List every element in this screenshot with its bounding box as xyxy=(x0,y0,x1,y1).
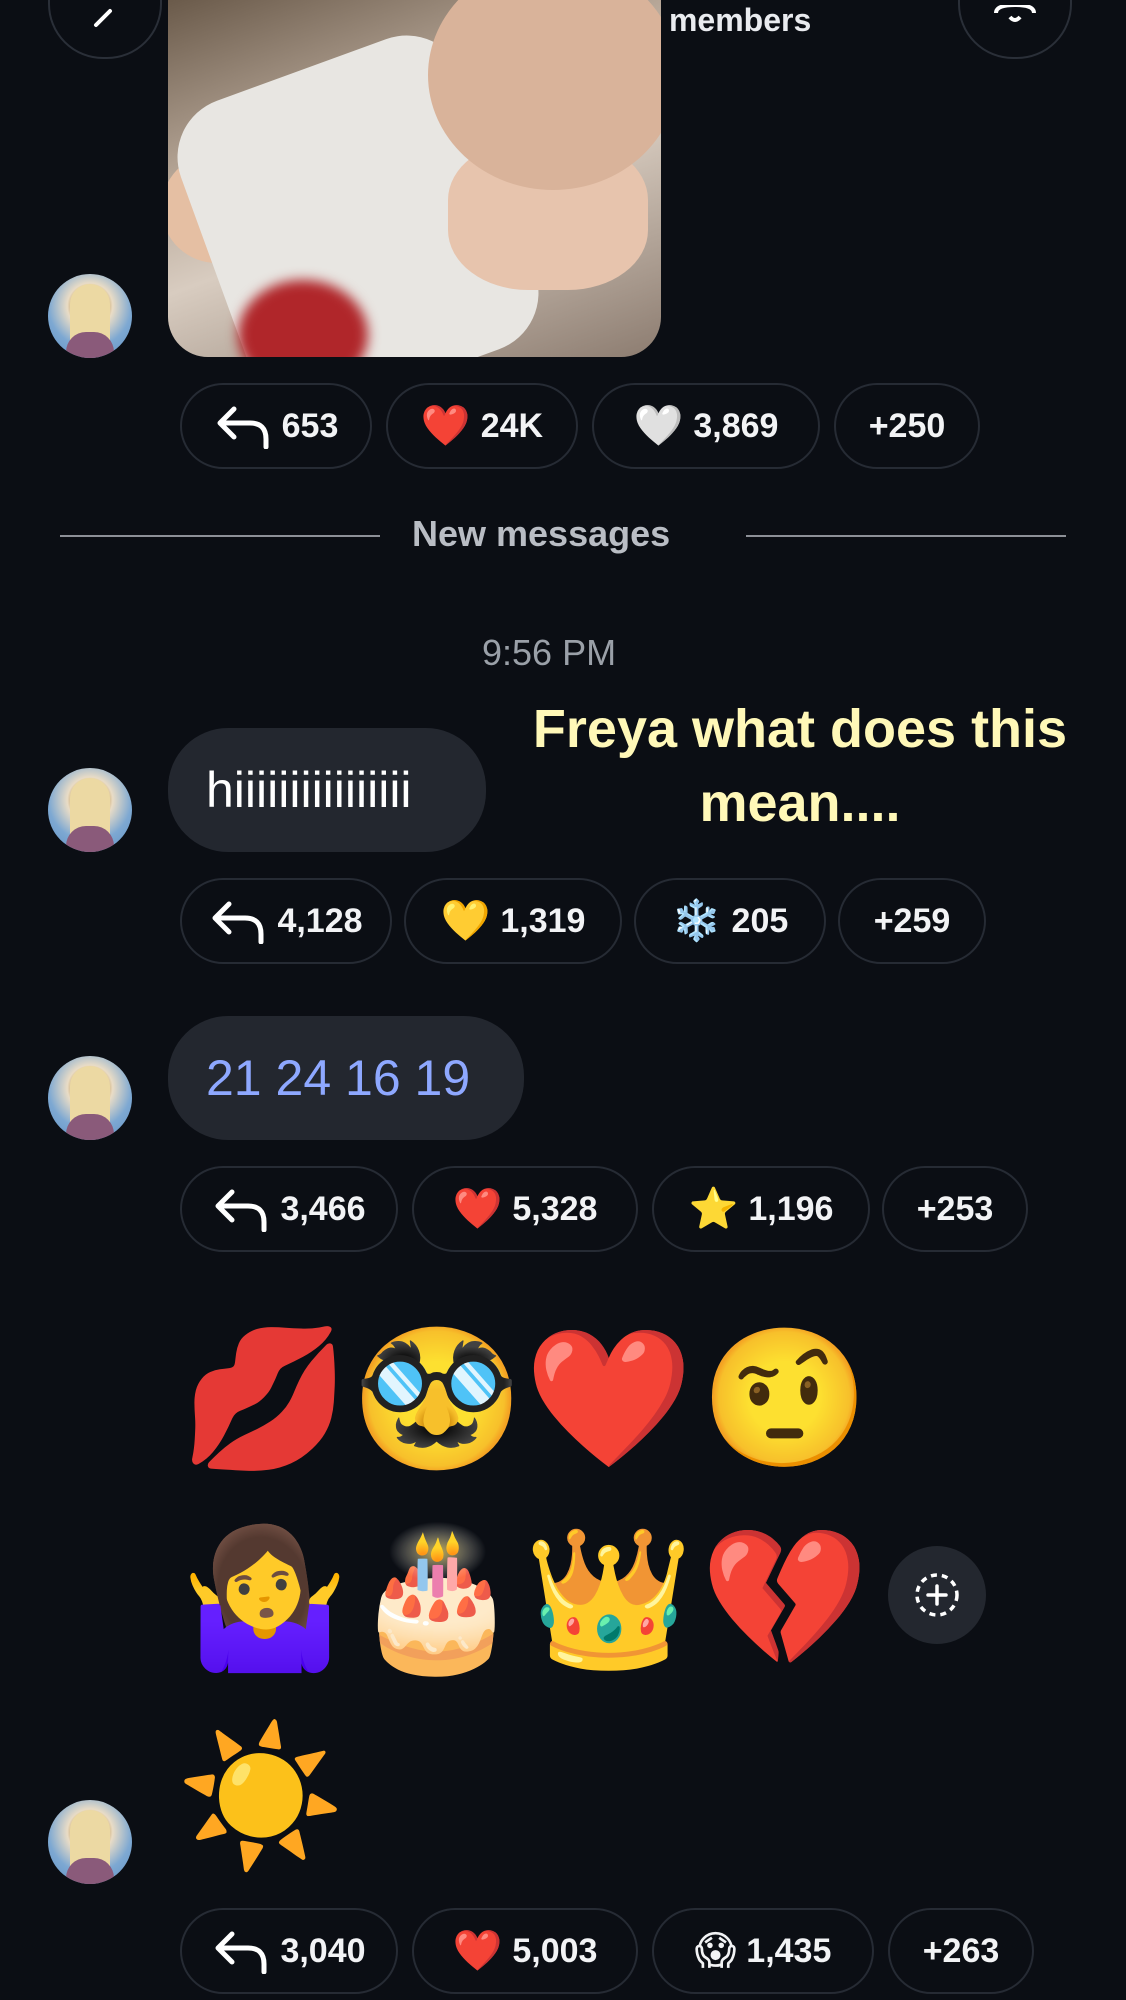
divider-line-left xyxy=(60,535,380,537)
reaction-pill[interactable]: 💛 1,319 xyxy=(404,878,622,964)
more-reactions-count: +259 xyxy=(873,901,951,940)
reaction-pill[interactable]: ⭐ 1,196 xyxy=(652,1166,870,1252)
emoji-option-disguise[interactable]: 🥸 xyxy=(352,1330,521,1466)
add-reaction-icon xyxy=(915,1573,959,1617)
emoji-option-shrug[interactable]: 🤷‍♀️ xyxy=(180,1530,349,1666)
message-text: 21 24 16 19 xyxy=(206,1050,471,1106)
reaction-count: 3,869 xyxy=(693,406,779,445)
reaction-count: 1,435 xyxy=(746,1931,832,1970)
sender-avatar[interactable] xyxy=(48,1056,132,1140)
reaction-count: 1,196 xyxy=(748,1189,834,1228)
reaction-count: 24K xyxy=(480,406,544,445)
more-reactions-count: +253 xyxy=(916,1189,994,1228)
back-arrow-icon xyxy=(94,9,112,27)
more-reactions-pill[interactable]: +259 xyxy=(838,878,986,964)
reaction-pill[interactable]: 🤍 3,869 xyxy=(592,383,820,469)
back-button[interactable] xyxy=(48,0,162,59)
message-bubble[interactable]: hiiiiiiiiiiiiiiii xyxy=(168,728,486,852)
reaction-pill[interactable]: ❄️ 205 xyxy=(634,878,826,964)
reply-count-pill[interactable]: 653 xyxy=(180,383,372,469)
heart-icon: ❤️ xyxy=(452,1929,503,1973)
emoji-option-crown[interactable]: 👑 xyxy=(524,1530,693,1666)
more-reactions-pill[interactable]: +250 xyxy=(834,383,980,469)
more-reactions-count: +250 xyxy=(868,406,946,445)
reply-arrow-icon xyxy=(212,901,264,944)
reply-count: 3,040 xyxy=(280,1931,366,1970)
emoji-option-heart[interactable]: ❤️ xyxy=(524,1330,693,1466)
message-bubble[interactable]: 21 24 16 19 xyxy=(168,1016,524,1140)
heart-icon: ❤️ xyxy=(420,404,471,448)
sender-avatar[interactable] xyxy=(48,768,132,852)
image-attachment[interactable] xyxy=(168,0,661,357)
add-reaction-button[interactable] xyxy=(888,1546,986,1644)
reply-count: 4,128 xyxy=(277,901,363,940)
divider-line-right xyxy=(746,535,1066,537)
reply-count: 653 xyxy=(281,406,339,445)
reply-count-pill[interactable]: 4,128 xyxy=(180,878,392,964)
star-icon: ⭐ xyxy=(688,1187,739,1231)
reaction-pill[interactable]: ❤️ 24K xyxy=(386,383,578,469)
more-reactions-count: +263 xyxy=(922,1931,1000,1970)
reaction-count: 1,319 xyxy=(500,901,586,940)
reply-arrow-icon xyxy=(215,1931,267,1974)
message-text: hiiiiiiiiiiiiiiii xyxy=(206,762,412,818)
reply-arrow-icon xyxy=(217,406,269,449)
emoji-option-broken-heart[interactable]: 💔 xyxy=(700,1530,869,1666)
snowflake-icon: ❄️ xyxy=(671,899,722,943)
sent-emoji-message[interactable]: ☀️ xyxy=(176,1728,345,1864)
heart-icon: ❤️ xyxy=(452,1187,503,1231)
emoji-option-raised-eyebrow[interactable]: 🤨 xyxy=(700,1330,869,1466)
reaction-count: 5,003 xyxy=(512,1931,598,1970)
reaction-pill[interactable]: ❤️ 5,003 xyxy=(412,1908,638,1994)
yellow-heart-icon: 💛 xyxy=(440,899,491,943)
reaction-count: 5,328 xyxy=(512,1189,598,1228)
reaction-count: 205 xyxy=(731,901,789,940)
screaming-face-icon: 😱 xyxy=(694,1929,737,1973)
emoji-option-cake[interactable]: 🎂 xyxy=(352,1530,521,1666)
reaction-pill[interactable]: 😱 1,435 xyxy=(652,1908,874,1994)
white-heart-icon: 🤍 xyxy=(633,404,684,448)
more-reactions-pill[interactable]: +253 xyxy=(882,1166,1028,1252)
reply-arrow-icon xyxy=(215,1189,267,1232)
reply-count-pill[interactable]: 3,466 xyxy=(180,1166,398,1252)
reply-count-pill[interactable]: 3,040 xyxy=(180,1908,398,1994)
emoji-option-kiss[interactable]: 💋 xyxy=(180,1330,349,1466)
new-messages-label: New messages xyxy=(412,513,671,554)
reaction-pill[interactable]: ❤️ 5,328 xyxy=(412,1166,638,1252)
reply-count: 3,466 xyxy=(280,1189,366,1228)
bell-icon xyxy=(994,5,1036,22)
more-reactions-pill[interactable]: +263 xyxy=(888,1908,1034,1994)
notifications-button[interactable] xyxy=(958,0,1072,59)
timestamp: 9:56 PM xyxy=(482,632,617,673)
sender-avatar[interactable] xyxy=(48,1800,132,1884)
sender-avatar[interactable] xyxy=(48,274,132,358)
caption-overlay: Freya what does this mean.... xyxy=(532,699,1068,833)
